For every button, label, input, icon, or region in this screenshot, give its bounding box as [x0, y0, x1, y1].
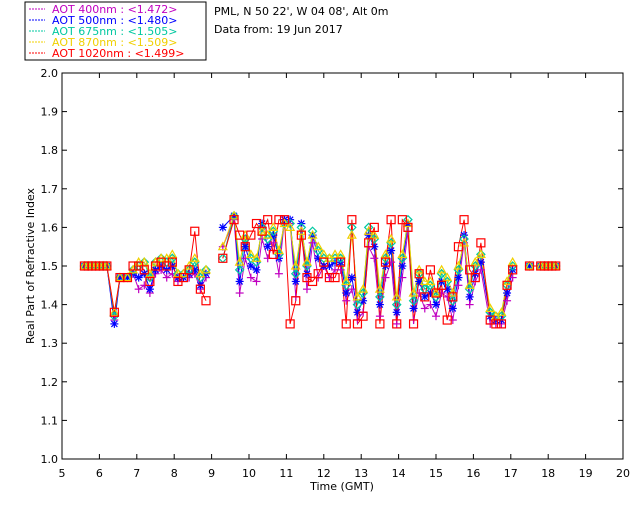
star-marker — [110, 319, 119, 328]
x-tick-label: 19 — [579, 467, 593, 480]
y-tick-label: 1.0 — [41, 453, 59, 466]
star-marker — [420, 292, 429, 301]
star-marker — [398, 262, 407, 270]
y-tick-label: 1.7 — [41, 183, 59, 196]
plus-marker — [420, 304, 429, 313]
plus-marker — [274, 269, 283, 278]
star-marker — [134, 273, 143, 282]
plus-marker — [252, 277, 261, 286]
plus-marker — [235, 289, 244, 298]
plus-marker — [246, 273, 255, 282]
star-marker — [342, 289, 351, 298]
star-marker — [454, 273, 463, 282]
legend: AOT 400nm : <1.472>AOT 500nm : <1.480>AO… — [29, 3, 185, 60]
plus-marker — [392, 319, 401, 328]
star-marker — [235, 277, 244, 286]
x-tick-label: 18 — [541, 467, 555, 480]
refractive-index-chart: AOT 400nm : <1.472>AOT 500nm : <1.480>AO… — [24, 1, 630, 493]
y-tick-label: 2.0 — [41, 67, 59, 80]
star-marker — [387, 246, 396, 255]
legend-entry: AOT 1020nm : <1.499> — [52, 47, 185, 60]
y-tick-label: 1.6 — [41, 221, 59, 234]
plus-marker — [465, 300, 474, 309]
x-axis-label: Time (GMT) — [309, 480, 374, 493]
star-marker — [409, 304, 418, 313]
plus-marker — [432, 312, 440, 321]
plus-marker — [302, 285, 311, 294]
x-tick-label: 17 — [504, 467, 518, 480]
star-marker — [252, 265, 261, 274]
star-marker — [347, 273, 356, 282]
y-tick-label: 1.5 — [41, 260, 59, 273]
x-tick-label: 15 — [429, 467, 443, 480]
x-tick-label: 12 — [317, 467, 331, 480]
y-tick-label: 1.9 — [41, 106, 59, 119]
square-marker — [201, 296, 211, 306]
star-marker — [263, 242, 272, 251]
y-tick-label: 1.1 — [41, 414, 59, 427]
plus-marker — [325, 273, 334, 282]
star-marker — [218, 223, 227, 232]
y-tick-label: 1.2 — [41, 376, 59, 389]
y-tick-label: 1.8 — [41, 144, 59, 157]
star-marker — [145, 285, 154, 294]
x-tick-label: 16 — [466, 467, 480, 480]
y-tick-label: 1.3 — [41, 337, 59, 350]
plus-marker — [134, 285, 143, 294]
y-axis-label: Real Part of Refractive Index — [24, 187, 37, 344]
x-tick-label: 14 — [392, 467, 406, 480]
star-marker — [241, 242, 250, 251]
x-tick-label: 5 — [59, 467, 66, 480]
x-tick-label: 11 — [279, 467, 293, 480]
series-markers — [79, 210, 561, 329]
x-tick-label: 20 — [616, 467, 630, 480]
site-location-text: PML, N 50 22', W 04 08', Alt 0m — [214, 5, 388, 18]
x-tick-label: 13 — [354, 467, 368, 480]
star-marker — [291, 277, 300, 286]
star-marker — [375, 300, 384, 309]
plus-marker — [448, 316, 457, 325]
star-marker — [503, 289, 512, 298]
data-date-text: Data from: 19 Jun 2017 — [214, 23, 343, 36]
star-marker — [432, 300, 440, 309]
x-tick-label: 8 — [171, 467, 178, 480]
plus-marker — [162, 273, 171, 282]
y-tick-label: 1.4 — [41, 299, 59, 312]
star-marker — [465, 292, 474, 301]
x-tick-label: 9 — [208, 467, 215, 480]
star-marker — [448, 304, 457, 313]
plus-marker — [375, 312, 384, 321]
star-marker — [392, 308, 401, 317]
x-tick-label: 7 — [133, 467, 140, 480]
x-tick-label: 6 — [96, 467, 103, 480]
x-tick-label: 10 — [242, 467, 256, 480]
